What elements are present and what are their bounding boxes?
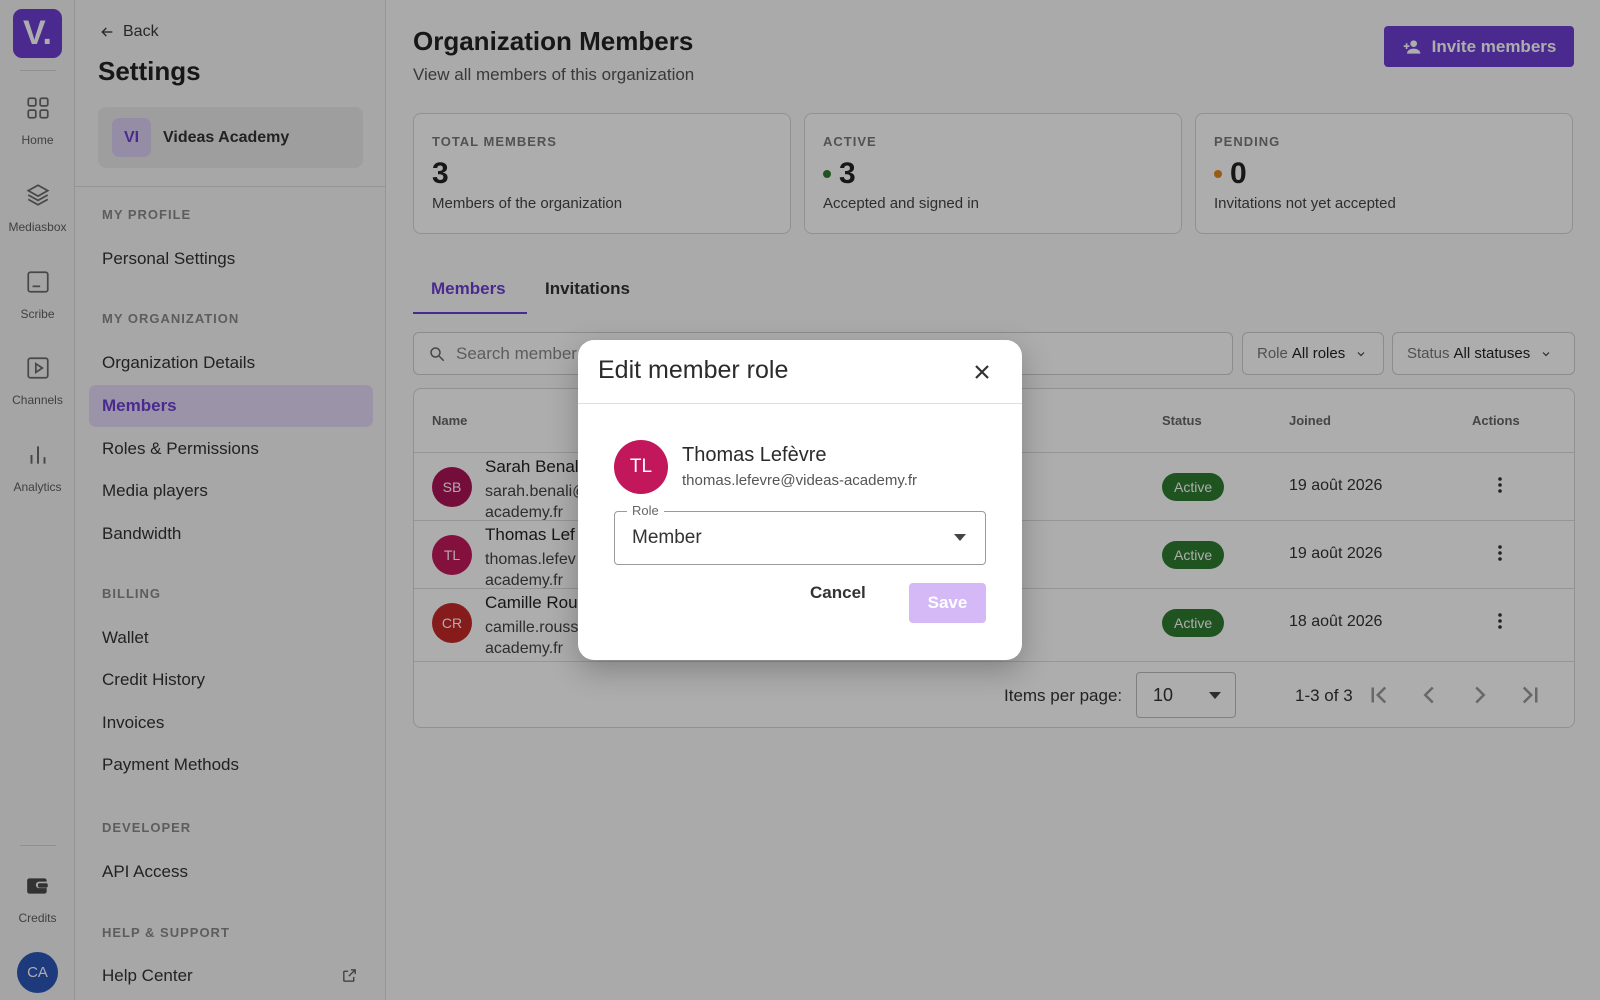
role-select-label: Role (627, 503, 664, 518)
role-select-value: Member (632, 527, 702, 548)
caret-down-icon (954, 534, 966, 541)
dialog-title: Edit member role (598, 356, 789, 384)
member-email: thomas.lefevre@videas-academy.fr (682, 472, 918, 489)
avatar: TL (614, 440, 668, 494)
edit-member-role-dialog: Edit member role TL Thomas Lefèvre thoma… (578, 340, 1022, 660)
close-icon[interactable] (970, 360, 994, 384)
role-select[interactable]: Role Member (614, 503, 986, 565)
member-name: Thomas Lefèvre (682, 444, 827, 466)
save-button[interactable]: Save (909, 583, 986, 623)
cancel-button[interactable]: Cancel (810, 583, 866, 603)
dialog-divider (578, 403, 1022, 404)
